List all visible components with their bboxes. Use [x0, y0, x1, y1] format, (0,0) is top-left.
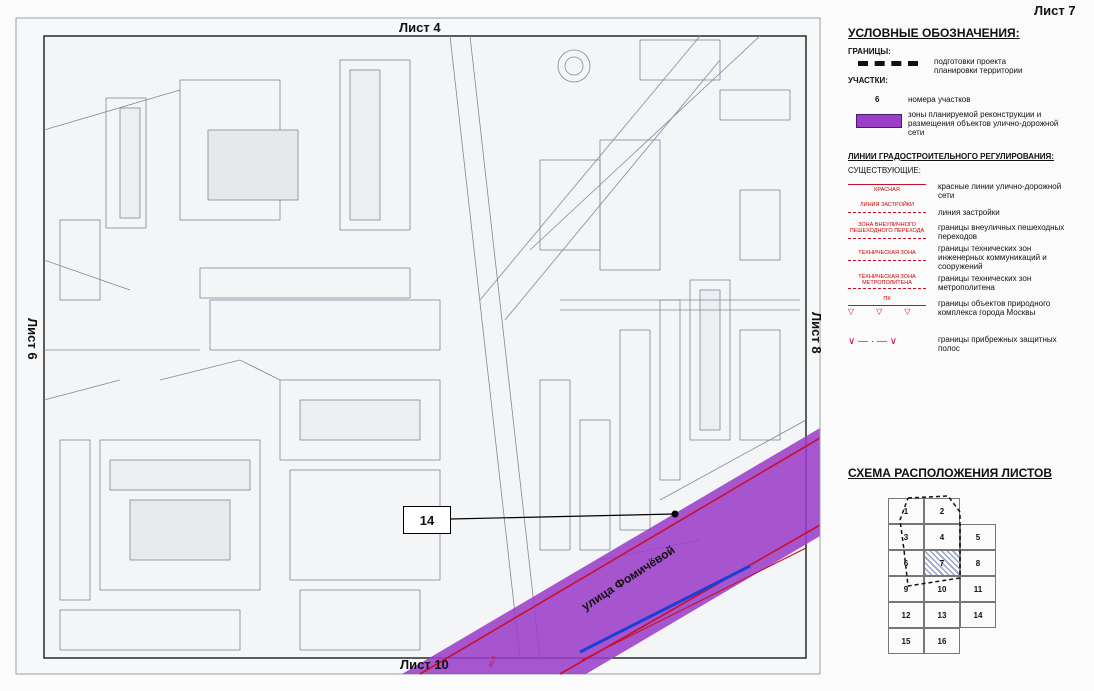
parcel-number-sample: 6 [875, 95, 880, 104]
nature-text: границы объектов природного комплекса го… [938, 299, 1051, 317]
layout-cell[interactable]: 13 [924, 602, 960, 628]
layout-cell[interactable]: 14 [960, 602, 996, 628]
crossing-text: границы внеуличных пешеходных переходов [938, 223, 1065, 241]
building-line-sample [848, 212, 926, 213]
layout-title: СХЕМА РАСПОЛОЖЕНИЯ ЛИСТОВ [848, 466, 1052, 480]
legend-title: УСЛОВНЫЕ ОБОЗНАЧЕНИЯ: [848, 26, 1020, 40]
parcel-callout-14[interactable]: 14 [403, 506, 451, 534]
borders-item-text: подготовки проекта планировки территории [934, 57, 1023, 75]
tech-zone-sample-label: ТЕХНИЧЕСКАЯ ЗОНА [858, 250, 916, 256]
zone-swatch [856, 114, 902, 128]
building-line-text: линия застройки [938, 208, 1000, 217]
parcels-heading: УЧАСТКИ: [848, 76, 888, 85]
existing-heading: СУЩЕСТВУЮЩИЕ: [848, 166, 921, 175]
borders-heading: ГРАНИЦЫ: [848, 47, 891, 56]
sheet-bottom-label: Лист 10 [400, 657, 449, 672]
planning-boundary-outline [899, 495, 961, 587]
legend-panel: УСЛОВНЫЕ ОБОЗНАЧЕНИЯ: ГРАНИЦЫ: подготовк… [818, 18, 1094, 673]
nature-sample-label: ПК [883, 296, 891, 302]
metro-zone-sample-label: ТЕХНИЧЕСКАЯ ЗОНА МЕТРОПОЛИТЕНА [858, 274, 916, 286]
parcel-number-text: номера участков [908, 95, 971, 104]
border-line-sample [858, 61, 918, 66]
tech-zone-text: границы технических зон инженерных комму… [938, 244, 1047, 271]
coastal-text: границы прибрежных защитных полос [938, 335, 1057, 353]
zone-text: зоны планируемой реконструкции и размеще… [908, 110, 1059, 137]
coastal-line-sample: ∨ — · — ∨ [848, 336, 898, 347]
current-sheet-label: Лист 7 [1034, 3, 1076, 18]
layout-cell[interactable]: 15 [888, 628, 924, 654]
sheet-top-label: Лист 4 [399, 20, 441, 35]
layout-cell[interactable]: 12 [888, 602, 924, 628]
red-line-sample-label: КРАСНАЯ [874, 187, 900, 193]
red-line-text: красные линии улично-дорожной сети [938, 182, 1062, 200]
callout-dot [671, 510, 679, 518]
lines-heading: ЛИНИИ ГРАДОСТРОИТЕЛЬНОГО РЕГУЛИРОВАНИЯ: [848, 152, 1054, 161]
nature-line-markers: ▽▽▽ [848, 307, 933, 316]
tech-zone-line-sample [848, 260, 926, 261]
red-line-sample [848, 184, 926, 185]
nature-line-sample [848, 305, 926, 306]
metro-zone-line-sample [848, 288, 926, 289]
crossing-sample-label: ЗОНА ВНЕУЛИЧНОГО ПЕШЕХОДНОГО ПЕРЕХОДА [849, 222, 925, 234]
crossing-line-sample [848, 238, 926, 239]
metro-zone-text: границы технических зон метрополитена [938, 274, 1032, 292]
sheet-left-label: Лист 6 [25, 318, 40, 360]
layout-cell[interactable]: 16 [924, 628, 960, 654]
building-line-sample-label: ЛИНИЯ ЗАСТРОЙКИ [860, 202, 914, 208]
